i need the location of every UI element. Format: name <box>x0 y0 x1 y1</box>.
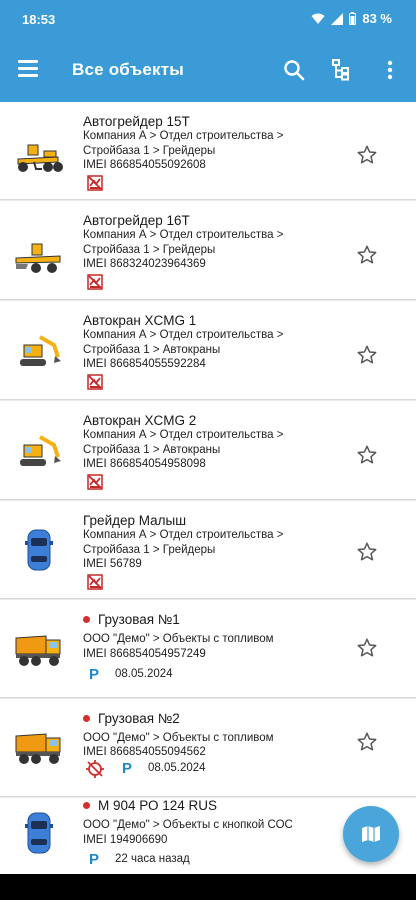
no-gps-icon <box>86 760 104 778</box>
page-title: Все объекты <box>72 60 184 79</box>
item-imei: IMEI 194906690 <box>83 834 168 846</box>
item-path: Стройбаза 1 > Автокраны <box>83 444 221 456</box>
item-name: Грейдер Малыш <box>83 513 187 528</box>
battery-icon <box>349 12 357 25</box>
no-signal-icon <box>87 474 103 490</box>
list-item[interactable]: Автокран XCMG 2 Компания А > Отдел строи… <box>0 401 416 500</box>
system-nav-bar <box>0 874 416 900</box>
car-icon <box>25 529 53 571</box>
item-path: Стройбаза 1 > Грейдеры <box>83 244 216 256</box>
item-imei: IMEI 866854055092608 <box>83 159 206 171</box>
menu-icon[interactable] <box>18 60 38 77</box>
item-name: Автокран XCMG 2 <box>83 413 197 428</box>
map-icon <box>362 826 380 842</box>
status-time: 18:53 <box>22 12 56 27</box>
star-outline-icon[interactable] <box>356 244 378 266</box>
status-bar: 18:53 83 % <box>0 0 416 40</box>
search-icon[interactable] <box>282 58 306 82</box>
battery-percent: 83 % <box>362 11 392 26</box>
item-imei: IMEI 866854055592284 <box>83 358 206 370</box>
star-outline-icon[interactable] <box>356 344 378 366</box>
item-path: ООО "Демо" > Объекты с топливом <box>83 732 274 744</box>
item-date: 08.05.2024 <box>115 668 173 680</box>
star-outline-icon[interactable] <box>356 637 378 659</box>
parking-icon: P <box>88 666 99 683</box>
item-name: Грузовая №2 <box>83 711 180 726</box>
item-path: Компания А > Отдел строительства > <box>83 529 284 541</box>
signal-icon <box>331 12 344 25</box>
item-name: Автогрейдер 15Т <box>83 114 190 129</box>
item-path: Компания А > Отдел строительства > <box>83 429 284 441</box>
item-path: ООО "Демо" > Объекты с кнопкой СОС <box>83 819 293 831</box>
item-path: Стройбаза 1 > Автокраны <box>83 344 221 356</box>
star-outline-icon[interactable] <box>356 541 378 563</box>
list-item[interactable]: Грузовая №1 ООО "Демо" > Объекты с топли… <box>0 600 416 698</box>
item-imei: IMEI 866854054958098 <box>83 458 206 470</box>
parking-icon: P <box>121 760 132 777</box>
tree-icon[interactable] <box>330 58 354 82</box>
item-name-text: М 904 РО 124 RUS <box>98 798 218 813</box>
item-name: Автокран XCMG 1 <box>83 313 197 328</box>
status-icons: 83 % <box>311 11 392 26</box>
no-signal-icon <box>87 374 103 390</box>
item-imei: IMEI 868324023964369 <box>83 258 206 270</box>
no-signal-icon <box>87 274 103 290</box>
item-path: Компания А > Отдел строительства > <box>83 130 284 142</box>
excavator-icon <box>20 335 61 366</box>
more-vert-icon[interactable] <box>378 58 402 82</box>
item-path: Стройбаза 1 > Грейдеры <box>83 145 216 157</box>
list-item[interactable]: Автогрейдер 16Т Компания А > Отдел строи… <box>0 201 416 300</box>
alert-dot <box>83 801 90 809</box>
no-signal-icon <box>87 574 103 590</box>
item-imei: IMEI 56789 <box>83 558 142 570</box>
item-path: Компания А > Отдел строительства > <box>83 229 284 241</box>
item-path: ООО "Демо" > Объекты с топливом <box>83 633 274 645</box>
alert-dot <box>83 615 90 623</box>
star-outline-icon[interactable] <box>356 144 378 166</box>
item-path: Компания А > Отдел строительства > <box>83 329 284 341</box>
map-button[interactable] <box>343 806 399 862</box>
dump-truck-icon <box>15 635 61 666</box>
object-list[interactable]: Автогрейдер 15Т Компания А > Отдел строи… <box>0 102 416 874</box>
list-item[interactable]: Грейдер Малыш Компания А > Отдел строите… <box>0 501 416 599</box>
list-item[interactable]: Автогрейдер 15Т Компания А > Отдел строи… <box>0 102 416 200</box>
app-bar: Все объекты <box>0 40 416 102</box>
item-imei: IMEI 866854054957249 <box>83 648 206 660</box>
item-date: 22 часа назад <box>115 853 190 865</box>
star-outline-icon[interactable] <box>356 731 378 753</box>
item-imei: IMEI 866854055094562 <box>83 746 206 758</box>
star-outline-icon[interactable] <box>356 444 378 466</box>
wifi-icon <box>311 13 325 24</box>
list-item[interactable]: Грузовая №2 ООО "Демо" > Объекты с топли… <box>0 699 416 797</box>
item-name-text: Грузовая №2 <box>98 711 180 726</box>
item-name: Грузовая №1 <box>83 612 180 627</box>
no-signal-icon <box>87 175 103 191</box>
grader-icon <box>17 144 63 172</box>
alert-dot <box>83 714 90 722</box>
excavator-icon <box>20 435 61 466</box>
item-name: Автогрейдер 16Т <box>83 213 190 228</box>
list-item[interactable]: Автокран XCMG 1 Компания А > Отдел строи… <box>0 301 416 400</box>
dump-truck-icon <box>15 733 61 764</box>
car-icon <box>25 812 53 854</box>
grader-icon <box>15 243 61 273</box>
item-name: М 904 РО 124 RUS <box>83 798 217 813</box>
item-date: 08.05.2024 <box>148 762 206 774</box>
item-name-text: Грузовая №1 <box>98 612 180 627</box>
parking-icon: P <box>88 851 99 868</box>
item-path: Стройбаза 1 > Грейдеры <box>83 544 216 556</box>
